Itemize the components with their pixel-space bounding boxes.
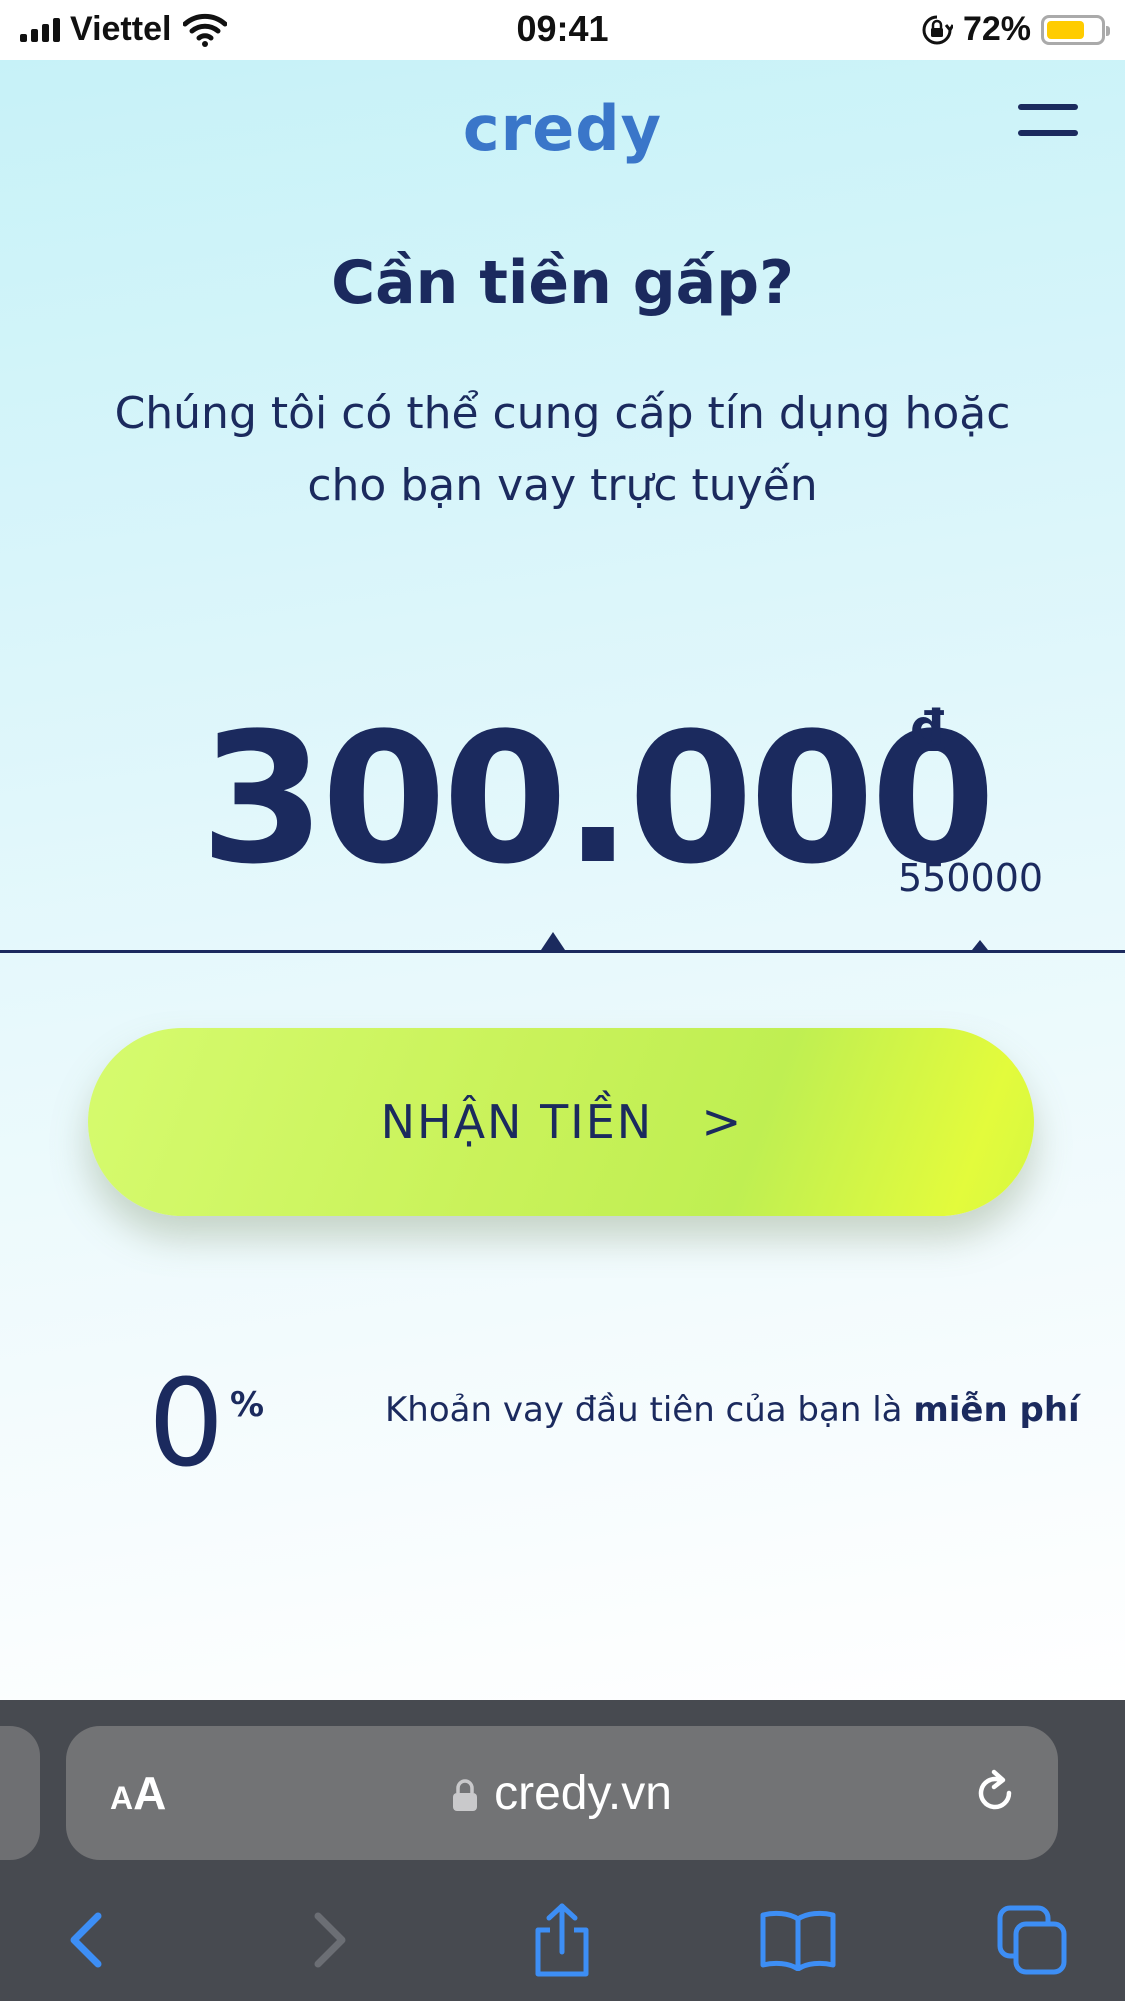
status-right: 72%	[921, 10, 1110, 49]
back-button[interactable]	[46, 1900, 126, 1980]
tabs-button[interactable]	[992, 1900, 1072, 1980]
free-loan-emphasis: miễn phí	[913, 1390, 1080, 1430]
page-title: Cần tiền gấp?	[331, 248, 794, 318]
interest-rate-value: 0	[148, 1355, 225, 1494]
padlock-icon	[453, 1779, 478, 1811]
credy-logo[interactable]: credy	[0, 92, 1125, 165]
address-bar[interactable]: AA credy.vn	[66, 1726, 1058, 1860]
get-money-label: NHẬN TIỀN	[380, 1095, 654, 1149]
bookmarks-icon	[760, 1910, 836, 1971]
safari-bottom-bar: AA credy.vn	[0, 1700, 1125, 2001]
forward-icon	[314, 1912, 346, 1968]
bookmarks-button[interactable]	[758, 1900, 838, 1980]
share-icon	[535, 1903, 589, 1977]
subtitle-line-1: Chúng tôi có thể cung cấp tín dụng hoặc	[114, 388, 1011, 439]
battery-icon	[1041, 14, 1110, 45]
rotation-lock-icon	[922, 15, 953, 44]
share-button[interactable]	[522, 1900, 602, 1980]
web-page: credy Cần tiền gấp? Chúng tôi có thể cun…	[0, 60, 1125, 1700]
url-display[interactable]: credy.vn	[66, 1766, 1058, 1821]
free-loan-prefix: Khoản vay đầu tiên của bạn là	[385, 1390, 903, 1430]
slider-track[interactable]	[0, 950, 1125, 953]
previous-tab-peek[interactable]	[0, 1726, 40, 1860]
chevron-right-icon: >	[701, 1094, 742, 1150]
reload-icon[interactable]	[970, 1768, 1020, 1818]
currency-symbol: đ	[910, 700, 945, 756]
loan-amount: 300.000	[200, 695, 996, 904]
hamburger-menu-icon[interactable]	[1018, 104, 1078, 144]
slider-thumb[interactable]	[540, 932, 565, 950]
battery-percent: 72%	[962, 10, 1031, 48]
status-bar: Viettel 09:41 72%	[0, 0, 1125, 60]
get-money-button[interactable]: NHẬN TIỀN >	[88, 1028, 1034, 1216]
amount-slider[interactable]	[0, 928, 1125, 968]
back-icon	[70, 1912, 102, 1968]
tabs-icon	[997, 1905, 1067, 1975]
forward-button[interactable]	[290, 1900, 370, 1980]
subtitle-line-2: cho bạn vay trực tuyến	[307, 460, 818, 511]
battery-fill	[1047, 20, 1085, 39]
free-loan-text: Khoản vay đầu tiên của bạn là miễn phí	[385, 1390, 1080, 1430]
max-amount-label: 550000	[898, 856, 1044, 900]
page-subtitle: Chúng tôi có thể cung cấp tín dụng hoặc …	[100, 378, 1025, 522]
interest-rate-unit: %	[230, 1385, 265, 1425]
menu-line	[1018, 130, 1078, 136]
safari-toolbar	[0, 1900, 1125, 1990]
slider-max-marker	[972, 940, 988, 950]
url-text: credy.vn	[494, 1767, 672, 1820]
menu-line	[1018, 104, 1078, 110]
